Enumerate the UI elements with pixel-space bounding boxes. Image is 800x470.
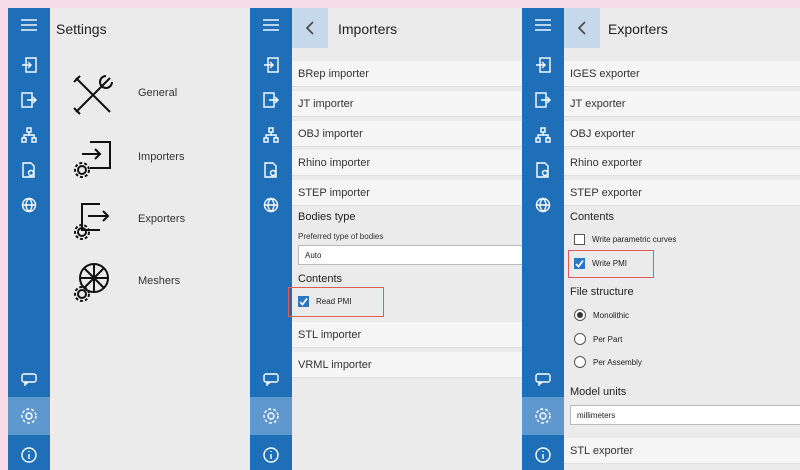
write-parametric-checkbox[interactable]: Write parametric curves — [574, 234, 676, 245]
radio-per-assembly[interactable]: Per Assembly — [574, 356, 642, 368]
export-gear-icon — [70, 196, 116, 242]
menu-icon[interactable] — [8, 12, 50, 38]
settings-content: Settings General Importers Exporters Mes… — [50, 8, 250, 470]
nav-rail — [522, 8, 564, 470]
gear-icon[interactable] — [8, 397, 50, 435]
info-icon[interactable] — [250, 442, 292, 468]
settings-item-meshers[interactable]: Meshers — [70, 258, 180, 304]
chevron-left-icon — [305, 21, 314, 35]
info-icon[interactable] — [522, 442, 564, 468]
mesh-gear-icon — [70, 258, 116, 304]
preferred-bodies-select[interactable]: Auto — [298, 245, 522, 265]
write-pmi-checkbox[interactable]: Write PMI — [574, 258, 627, 269]
write-parametric-label: Write parametric curves — [592, 235, 677, 244]
export-icon[interactable] — [250, 87, 292, 113]
importer-row-obj[interactable]: OBJ importer — [292, 121, 522, 147]
radio-selected-icon — [574, 309, 586, 321]
back-button[interactable] — [292, 8, 328, 48]
chevron-left-icon — [577, 21, 586, 35]
document-settings-icon[interactable] — [522, 157, 564, 183]
exporters-panel: Exporters IGES exporter JT exporter OBJ … — [522, 8, 800, 470]
read-pmi-checkbox[interactable]: Read PMI — [298, 296, 352, 307]
globe-icon[interactable] — [8, 192, 50, 218]
read-pmi-label: Read PMI — [316, 297, 352, 306]
settings-item-importers[interactable]: Importers — [70, 134, 184, 180]
radio-per-part[interactable]: Per Part — [574, 333, 622, 345]
document-settings-icon[interactable] — [8, 157, 50, 183]
radio-unselected-icon — [574, 333, 586, 345]
hierarchy-icon[interactable] — [522, 122, 564, 148]
globe-icon[interactable] — [250, 192, 292, 218]
preferred-bodies-label: Preferred type of bodies — [298, 232, 384, 241]
radio-label: Monolithic — [593, 310, 630, 320]
importer-row-rhino[interactable]: Rhino importer — [292, 150, 522, 176]
importers-content: Importers BRep importer JT importer OBJ … — [288, 8, 522, 470]
chat-icon[interactable] — [8, 366, 50, 392]
export-icon[interactable] — [522, 87, 564, 113]
contents-label: Contents — [298, 273, 343, 285]
gear-icon[interactable] — [522, 397, 564, 435]
importers-panel: Importers BRep importer JT importer OBJ … — [250, 8, 522, 470]
settings-item-general[interactable]: General — [70, 72, 177, 118]
model-units-select[interactable]: millimeters — [570, 405, 800, 425]
radio-monolithic[interactable]: Monolithic — [574, 309, 629, 321]
page-title: Exporters — [608, 21, 668, 37]
import-icon[interactable] — [522, 52, 564, 78]
importer-row-brep[interactable]: BRep importer — [292, 61, 522, 87]
radio-label: Per Part — [593, 334, 623, 344]
export-icon[interactable] — [8, 87, 50, 113]
importer-row-jt[interactable]: JT importer — [292, 91, 522, 117]
nav-rail — [8, 8, 50, 470]
import-icon[interactable] — [250, 52, 292, 78]
settings-item-label: Importers — [138, 151, 185, 163]
hierarchy-icon[interactable] — [250, 122, 292, 148]
chat-icon[interactable] — [250, 366, 292, 392]
settings-item-label: Exporters — [138, 213, 186, 225]
chat-icon[interactable] — [522, 366, 564, 392]
import-gear-icon — [70, 134, 116, 180]
importer-row-stl[interactable]: STL importer — [292, 322, 522, 348]
page-title: Settings — [56, 21, 107, 37]
globe-icon[interactable] — [522, 192, 564, 218]
checkbox-unchecked-icon — [574, 234, 585, 245]
checkbox-checked-icon — [298, 296, 309, 307]
checkbox-checked-icon — [574, 258, 585, 269]
settings-item-exporters[interactable]: Exporters — [70, 196, 185, 242]
model-units-label: Model units — [570, 386, 627, 398]
contents-label: Contents — [570, 211, 615, 223]
settings-panel: Settings General Importers Exporters Mes… — [8, 8, 250, 470]
file-structure-label: File structure — [570, 286, 634, 298]
back-button[interactable] — [564, 8, 600, 48]
exporter-row-rhino[interactable]: Rhino exporter — [564, 150, 800, 176]
exporters-content: Exporters IGES exporter JT exporter OBJ … — [564, 8, 800, 470]
import-icon[interactable] — [8, 52, 50, 78]
exporter-row-jt[interactable]: JT exporter — [564, 91, 800, 117]
menu-icon[interactable] — [522, 12, 564, 38]
importer-row-vrml[interactable]: VRML importer — [292, 352, 522, 378]
page-title: Importers — [338, 21, 398, 37]
write-pmi-label: Write PMI — [592, 259, 627, 268]
radio-label: Per Assembly — [593, 357, 642, 367]
nav-rail — [250, 8, 292, 470]
info-icon[interactable] — [8, 442, 50, 468]
menu-icon[interactable] — [250, 12, 292, 38]
exporter-row-step: STEP exporter — [564, 180, 800, 206]
exporter-row-obj[interactable]: OBJ exporter — [564, 121, 800, 147]
importer-row-step: STEP importer — [292, 180, 522, 206]
document-settings-icon[interactable] — [250, 157, 292, 183]
gear-icon[interactable] — [250, 397, 292, 435]
radio-unselected-icon — [574, 356, 586, 368]
hierarchy-icon[interactable] — [8, 122, 50, 148]
settings-item-label: Meshers — [138, 275, 181, 287]
settings-item-label: General — [138, 87, 178, 99]
exporter-row-stl[interactable]: STL exporter — [564, 438, 800, 464]
bodies-type-label: Bodies type — [298, 211, 356, 223]
exporter-row-iges[interactable]: IGES exporter — [564, 61, 800, 87]
tools-icon — [70, 72, 116, 118]
